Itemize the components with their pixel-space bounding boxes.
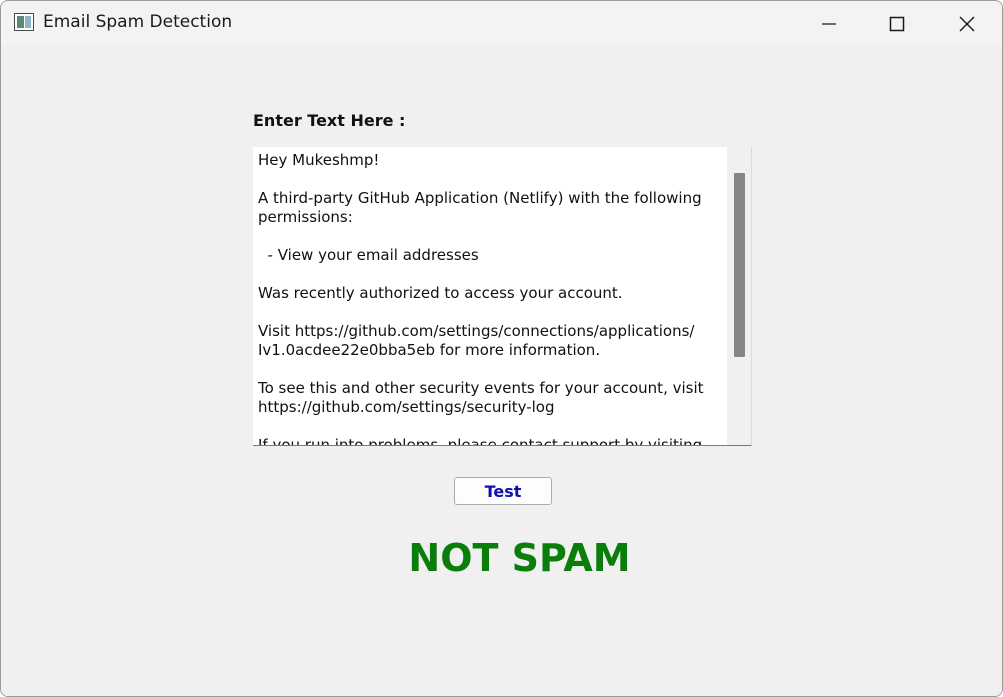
minimize-icon [822, 22, 836, 25]
title-bar[interactable]: Email Spam Detection [1, 1, 1002, 46]
scrollbar-thumb[interactable] [734, 173, 745, 357]
email-text-content[interactable]: Hey Mukeshmp! A third-party GitHub Appli… [258, 151, 724, 445]
vertical-scrollbar[interactable] [727, 147, 751, 445]
input-label: Enter Text Here : [253, 111, 406, 130]
maximize-icon [889, 16, 905, 31]
app-window: Email Spam Detection Enter Text Here : H… [0, 0, 1003, 697]
email-text-area[interactable]: Hey Mukeshmp! A third-party GitHub Appli… [253, 147, 752, 446]
close-icon [959, 16, 975, 31]
close-button[interactable] [932, 1, 1002, 46]
app-window-icon [14, 13, 34, 31]
minimize-button[interactable] [794, 1, 864, 46]
test-button[interactable]: Test [454, 477, 552, 505]
maximize-button[interactable] [862, 1, 932, 46]
window-title: Email Spam Detection [43, 12, 233, 32]
main-content: Enter Text Here : Hey Mukeshmp! A third-… [1, 46, 1002, 696]
result-label: NOT SPAM [408, 536, 631, 580]
